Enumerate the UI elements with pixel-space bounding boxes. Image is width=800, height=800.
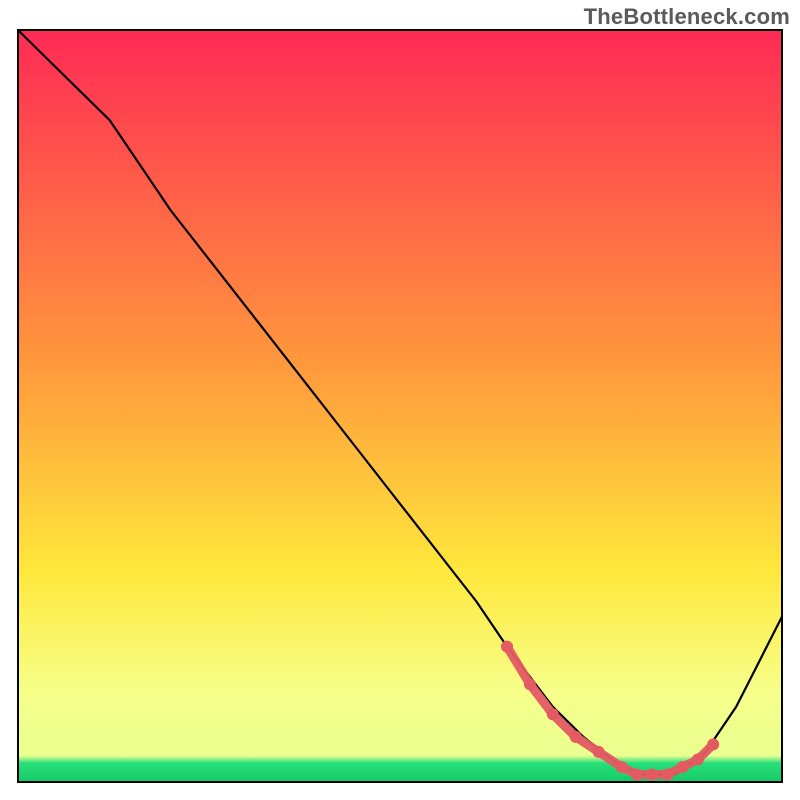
highlight-dot bbox=[631, 769, 643, 781]
highlight-dot bbox=[707, 738, 719, 750]
highlight-dot bbox=[547, 708, 559, 720]
highlight-dot bbox=[570, 731, 582, 743]
chart-stage: TheBottleneck.com bbox=[0, 0, 800, 800]
bottleneck-chart bbox=[0, 0, 800, 800]
highlight-dot bbox=[646, 769, 658, 781]
highlight-dot bbox=[501, 641, 513, 653]
gradient-background bbox=[18, 30, 782, 782]
highlight-dot bbox=[692, 753, 704, 765]
highlight-dot bbox=[524, 678, 536, 690]
highlight-dot bbox=[593, 746, 605, 758]
highlight-dot bbox=[616, 761, 628, 773]
highlight-dot bbox=[677, 761, 689, 773]
highlight-dot bbox=[661, 769, 673, 781]
